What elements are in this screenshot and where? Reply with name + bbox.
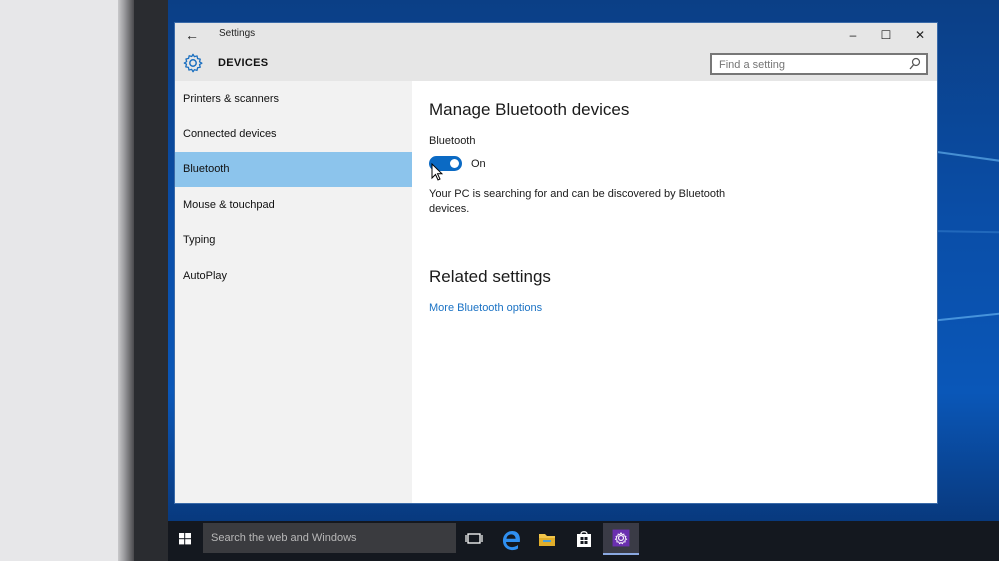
section-title: DEVICES <box>218 57 269 69</box>
bluetooth-label: Bluetooth <box>429 135 476 147</box>
page-title: Manage Bluetooth devices <box>429 100 630 119</box>
search-icon[interactable] <box>909 57 921 71</box>
monitor-frame <box>134 0 168 561</box>
windows-start-icon[interactable] <box>168 521 202 556</box>
sidebar-item-autoplay[interactable]: AutoPlay <box>175 259 412 294</box>
settings-header: DEVICES <box>175 47 937 81</box>
bluetooth-status-text: Your PC is searching for and can be disc… <box>429 188 726 215</box>
settings-window: ← Settings – ☐ ✕ DEVICES Printers & scan… <box>175 23 937 503</box>
taskbar: Search the web and Windows <box>168 521 999 561</box>
toggle-knob <box>450 159 459 168</box>
sidebar-nav: Printers & scanners Connected devices Bl… <box>175 81 412 503</box>
taskbar-search-box[interactable]: Search the web and Windows <box>203 523 456 553</box>
related-settings-heading: Related settings <box>429 267 551 286</box>
taskbar-search-placeholder: Search the web and Windows <box>211 532 357 544</box>
task-view-icon[interactable] <box>456 523 492 555</box>
more-bluetooth-options-link[interactable]: More Bluetooth options <box>429 302 542 314</box>
sidebar-item-printers-scanners[interactable]: Printers & scanners <box>175 82 412 117</box>
store-icon[interactable] <box>566 523 602 555</box>
edge-icon[interactable] <box>493 523 529 555</box>
minimize-button[interactable]: – <box>841 25 865 45</box>
mouse-cursor-icon <box>431 163 443 181</box>
back-arrow-icon[interactable]: ← <box>183 26 201 44</box>
sidebar-item-mouse-touchpad[interactable]: Mouse & touchpad <box>175 188 412 223</box>
gear-icon <box>183 53 203 73</box>
title-bar: ← Settings – ☐ ✕ <box>175 23 937 47</box>
sidebar-item-connected-devices[interactable]: Connected devices <box>175 117 412 152</box>
monitor-edge <box>118 0 134 561</box>
toggle-state-label: On <box>471 158 486 170</box>
monitor-bezel <box>0 0 118 561</box>
file-explorer-icon[interactable] <box>529 523 565 555</box>
sidebar-item-bluetooth[interactable]: Bluetooth <box>175 152 412 187</box>
sidebar-item-typing[interactable]: Typing <box>175 223 412 258</box>
window-title: Settings <box>219 28 256 39</box>
close-button[interactable]: ✕ <box>908 25 932 45</box>
search-input[interactable] <box>712 56 902 74</box>
maximize-button[interactable]: ☐ <box>874 25 898 45</box>
main-content: Manage Bluetooth devices Bluetooth On Yo… <box>412 81 937 503</box>
settings-icon[interactable] <box>603 523 639 555</box>
search-field[interactable] <box>710 53 928 75</box>
